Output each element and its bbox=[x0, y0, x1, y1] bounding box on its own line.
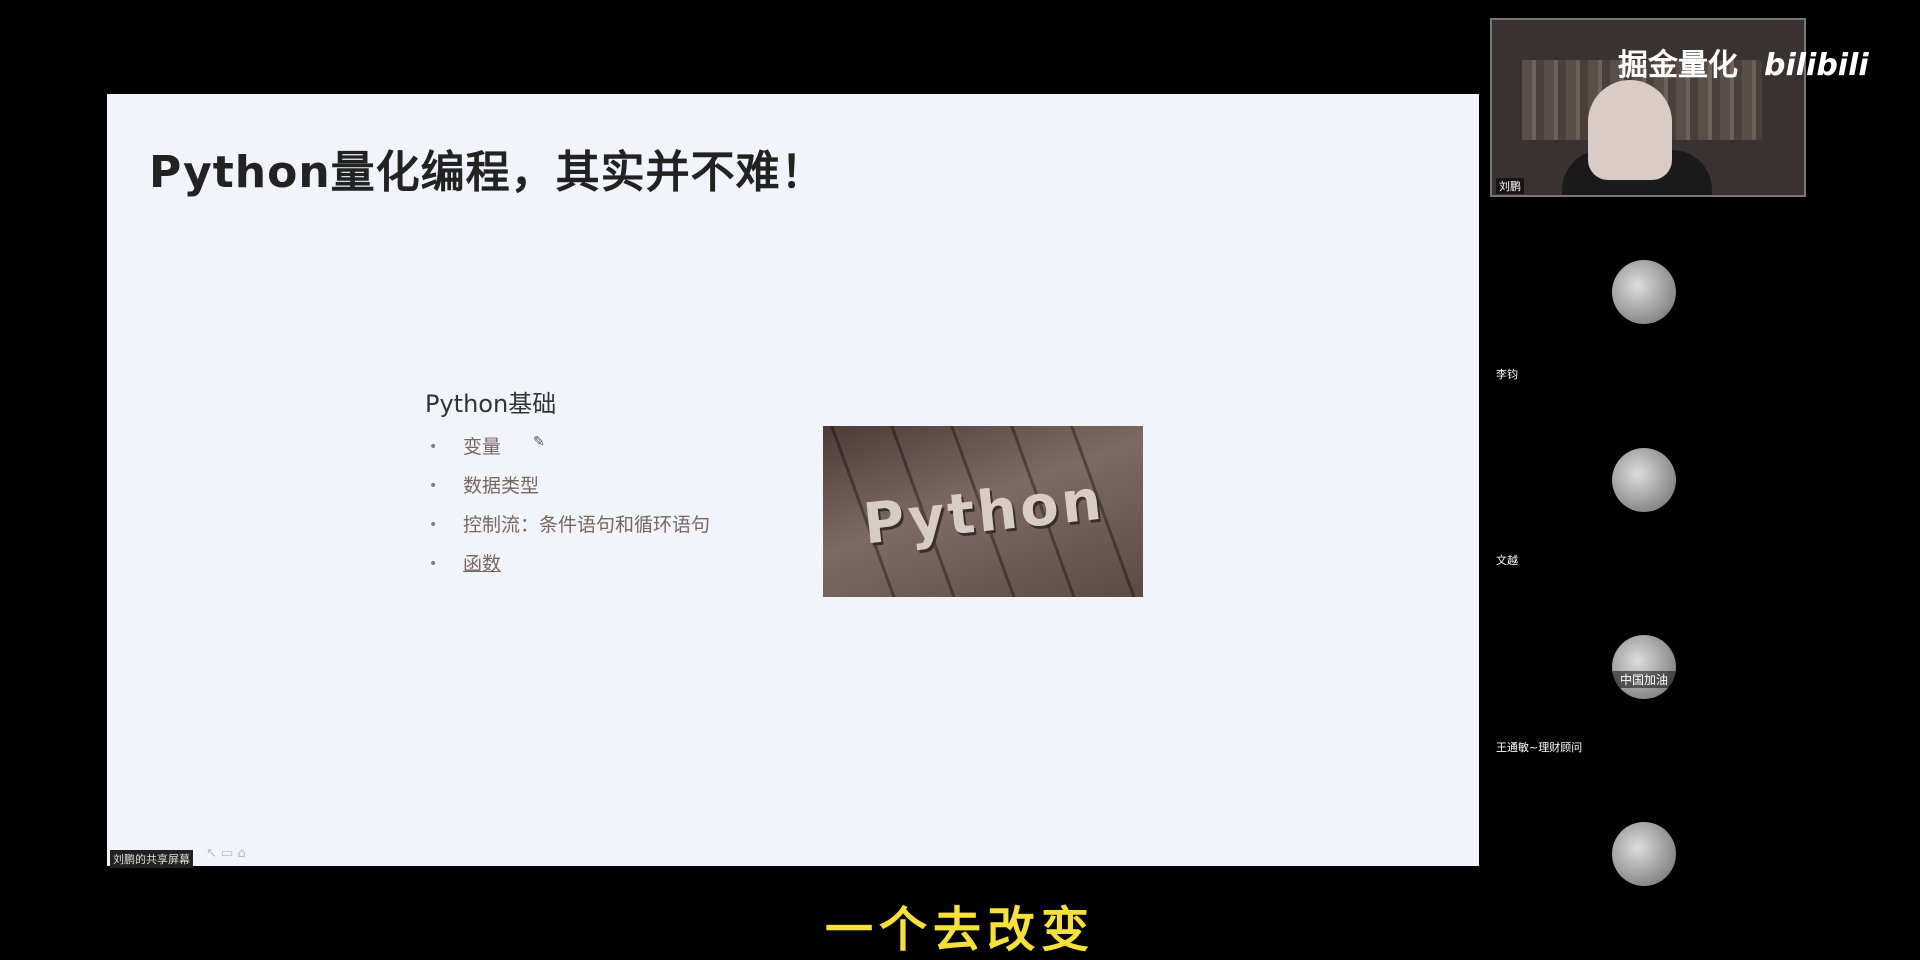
watermark-text: 掘金量化 bbox=[1618, 48, 1738, 83]
bullet-item: 函数 bbox=[425, 549, 710, 588]
bullet-item: 控制流：条件语句和循环语句 bbox=[425, 510, 710, 549]
shared-slide: Python量化编程，其实并不难！ Python基础 变量 数据类型 控制流：条… bbox=[107, 94, 1479, 866]
share-screen-label: 刘鹏的共享屏幕 bbox=[110, 850, 193, 868]
section-title: Python基础 bbox=[425, 390, 557, 418]
share-toolbar-icons[interactable]: ↖ ▭ ⌂ bbox=[206, 846, 246, 861]
participant-name: 王通敏~理财顾问 bbox=[1496, 741, 1583, 754]
bilibili-logo: bilibili bbox=[1764, 48, 1869, 83]
pen-cursor-icon: ✎ bbox=[533, 434, 545, 450]
bullet-list: 变量 数据类型 控制流：条件语句和循环语句 函数 bbox=[425, 432, 710, 588]
python-image: Python bbox=[823, 426, 1143, 597]
participant-avatar[interactable]: 中国加油 bbox=[1612, 635, 1676, 699]
presenter-face bbox=[1588, 80, 1672, 180]
participant-name: 文越 bbox=[1496, 554, 1518, 567]
avatar-caption: 中国加油 bbox=[1612, 671, 1676, 688]
python-image-text: Python bbox=[860, 467, 1108, 558]
participant-avatar[interactable] bbox=[1612, 260, 1676, 324]
participant-avatar[interactable] bbox=[1612, 822, 1676, 886]
video-subtitle: 一个去改变 bbox=[824, 902, 1095, 958]
presenter-name: 刘鹏 bbox=[1496, 178, 1524, 194]
bullet-item: 变量 bbox=[425, 432, 710, 471]
bullet-item: 数据类型 bbox=[425, 471, 710, 510]
participant-avatar[interactable] bbox=[1612, 448, 1676, 512]
slide-title: Python量化编程，其实并不难！ bbox=[149, 147, 826, 198]
participant-name: 李钧 bbox=[1496, 368, 1518, 381]
